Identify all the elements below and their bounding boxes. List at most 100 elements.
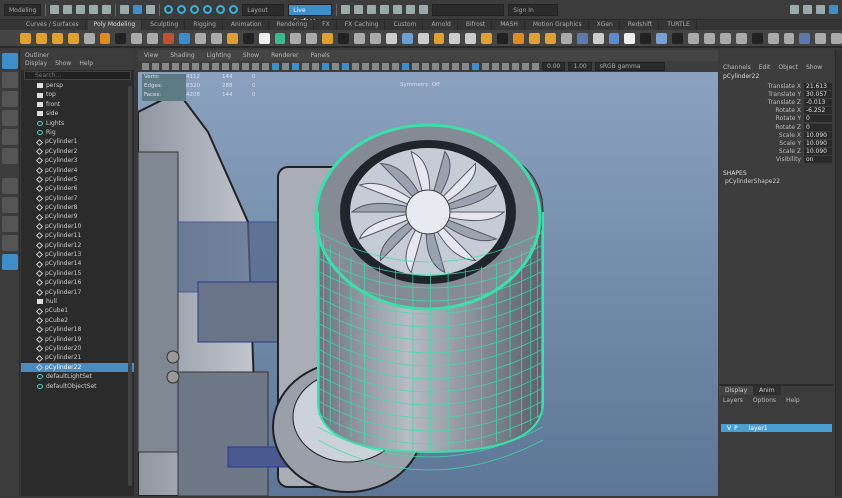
shelf-tool-icon[interactable]	[210, 32, 222, 44]
channel-value[interactable]: 10.090	[804, 148, 832, 156]
viewport-menu-lighting[interactable]: Lighting	[207, 50, 231, 61]
menu-options[interactable]: Options	[753, 397, 776, 404]
channel-value[interactable]: 21.613	[804, 82, 832, 90]
viewport-3d[interactable]: Verts: 4112 144 0 Edges: 8320 288 0 Faces: 4208 14…	[137, 72, 718, 497]
redo-icon[interactable]	[102, 5, 112, 14]
viewport-menu-panels[interactable]: Panels	[310, 50, 329, 61]
paint-select-icon[interactable]	[2, 91, 18, 107]
outliner-item[interactable]: pCylinder14	[21, 259, 134, 268]
two-pane-icon[interactable]	[2, 235, 18, 251]
outliner-item[interactable]: pCylinder4	[21, 166, 134, 175]
channel-value[interactable]: on	[804, 156, 832, 164]
shelf-tool-icon[interactable]	[147, 32, 159, 44]
viewport-tool-icon[interactable]	[152, 63, 159, 70]
select-component-icon[interactable]	[146, 5, 156, 14]
viewport-menu-view[interactable]: View	[144, 50, 158, 61]
undo-icon[interactable]	[89, 5, 99, 14]
tool-settings-icon[interactable]	[816, 5, 825, 14]
outliner-item[interactable]: top	[21, 90, 134, 99]
snap-grid-icon[interactable]	[164, 5, 174, 14]
layer-row[interactable]: V P layer1	[721, 424, 832, 432]
channel-row[interactable]: Visibility on	[719, 156, 834, 164]
select-object-icon[interactable]	[133, 5, 143, 14]
shelf-tab[interactable]: MASH	[494, 20, 525, 30]
snap-point-icon[interactable]	[190, 5, 200, 14]
color-management-dropdown[interactable]: sRGB gamma	[594, 62, 665, 71]
outliner-item[interactable]: pCube2	[21, 316, 134, 325]
shelf-tab[interactable]: Bifrost	[460, 20, 493, 30]
shelf-tool-icon[interactable]	[735, 32, 747, 44]
shelf-tool-icon[interactable]	[672, 32, 684, 44]
hypershade-icon[interactable]	[380, 5, 390, 14]
shelf-tool-icon[interactable]	[560, 32, 572, 44]
outliner-item[interactable]: pCylinder13	[21, 250, 134, 259]
snap-view-icon[interactable]	[203, 5, 213, 14]
viewport-tool-icon[interactable]	[422, 63, 429, 70]
attribute-editor-icon[interactable]	[803, 5, 812, 14]
outliner-item[interactable]: Lights	[21, 119, 134, 128]
viewport-tool-icon[interactable]	[192, 63, 199, 70]
shelf-tool-icon[interactable]	[131, 32, 143, 44]
viewport-tool-icon[interactable]	[272, 63, 279, 70]
channel-row[interactable]: Rotate Z0	[719, 123, 834, 131]
shelf-tool-icon[interactable]	[35, 32, 47, 44]
shelf-tab[interactable]: Curves / Surfaces	[20, 20, 86, 30]
outliner-item[interactable]: pCube1	[21, 306, 134, 315]
shelf-tool-icon[interactable]	[258, 32, 270, 44]
select-tool-icon[interactable]	[2, 53, 18, 69]
outliner-item[interactable]: pCylinder10	[21, 222, 134, 231]
channel-row[interactable]: Scale X 10.090	[719, 131, 834, 139]
shelf-tab[interactable]: XGen	[591, 20, 620, 30]
mode-dropdown[interactable]: Modeling	[4, 3, 42, 16]
channel-menu-channels[interactable]: Channels	[723, 64, 751, 71]
channel-menu-edit[interactable]: Edit	[759, 64, 771, 71]
tab-display[interactable]: Display	[719, 386, 754, 395]
channel-row[interactable]: Translate Y 30.057	[719, 90, 834, 98]
snap-surface-icon[interactable]	[216, 5, 226, 14]
shelf-tool-icon[interactable]	[497, 32, 509, 44]
channel-box-scrollbar[interactable]	[835, 50, 842, 496]
shelf-tool-icon[interactable]	[417, 32, 429, 44]
viewport-tool-icon[interactable]	[532, 63, 539, 70]
shelf-tool-icon[interactable]	[322, 32, 334, 44]
channel-row[interactable]: Scale Z 10.090	[719, 148, 834, 156]
shelf-tool-icon[interactable]	[815, 32, 827, 44]
viewport-tool-icon[interactable]	[372, 63, 379, 70]
channel-value[interactable]: 0	[804, 123, 832, 131]
shelf-tool-icon[interactable]	[529, 32, 540, 44]
shelf-tool-icon[interactable]	[401, 32, 413, 44]
render-icon[interactable]	[341, 5, 351, 14]
viewport-tool-icon[interactable]	[492, 63, 499, 70]
shelf-tool-icon[interactable]	[163, 32, 175, 44]
viewport-tool-icon[interactable]	[402, 63, 409, 70]
shelf-tool-icon[interactable]	[51, 32, 63, 44]
four-pane-icon[interactable]	[2, 216, 18, 232]
channel-value[interactable]: -0.013	[804, 98, 832, 106]
channel-row[interactable]: Rotate Y0	[719, 115, 834, 123]
viewport-tool-icon[interactable]	[232, 63, 239, 70]
shelf-tab[interactable]: Motion Graphics	[527, 20, 589, 30]
viewport-tool-icon[interactable]	[482, 63, 489, 70]
outliner-menu-help[interactable]: Help	[79, 60, 93, 68]
shelf-tool-icon[interactable]	[290, 32, 302, 44]
outliner-scrollbar[interactable]	[128, 86, 132, 486]
outliner-item[interactable]: pCylinder22	[21, 362, 134, 373]
viewport-tool-icon[interactable]	[172, 63, 179, 70]
ipr-render-icon[interactable]	[354, 5, 364, 14]
select-hierarchy-icon[interactable]	[120, 5, 130, 14]
lasso-tool-icon[interactable]	[2, 72, 18, 88]
shelf-tool-icon[interactable]	[767, 32, 779, 44]
shelf-tool-icon[interactable]	[640, 32, 652, 44]
outliner-item[interactable]: pCylinder19	[21, 335, 134, 344]
shelf-tool-icon[interactable]	[513, 32, 524, 44]
viewport-tool-icon[interactable]	[382, 63, 389, 70]
shelf-tab[interactable]: Arnold	[425, 20, 458, 30]
shelf-tool-icon[interactable]	[624, 32, 636, 44]
viewport-tool-icon[interactable]	[162, 63, 169, 70]
modeling-toolkit-icon[interactable]	[790, 5, 799, 14]
viewport-tool-icon[interactable]	[252, 63, 259, 70]
channel-value[interactable]: 30.057	[804, 90, 832, 98]
outliner-search-input[interactable]: Search...	[24, 71, 131, 80]
viewport-tool-icon[interactable]	[142, 63, 149, 70]
channel-row[interactable]: Scale Y 10.090	[719, 139, 834, 147]
